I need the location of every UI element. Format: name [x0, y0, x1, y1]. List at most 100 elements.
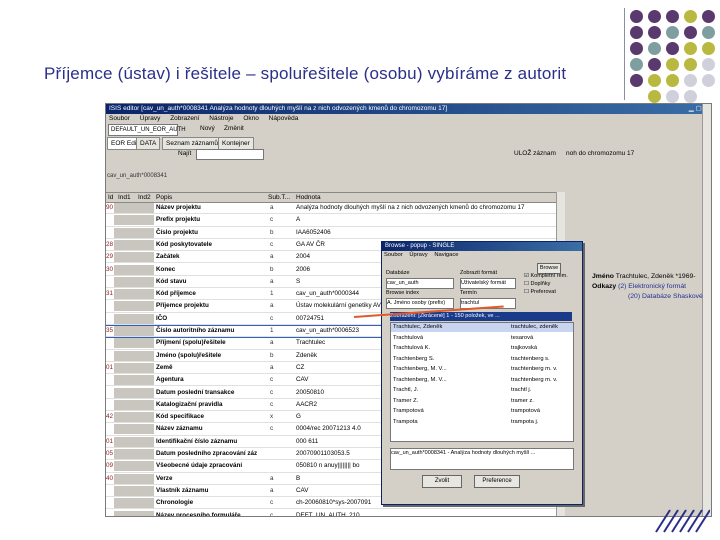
row-id: 90	[106, 204, 114, 211]
ref-link-electronic[interactable]: (2) Elektronický formát	[618, 283, 686, 290]
format-select-popup[interactable]: Uživatelský formát	[460, 278, 516, 289]
row-label: Katalogizační pravidla	[156, 400, 223, 408]
save-record-button[interactable]: ULOŽ záznam	[514, 150, 556, 157]
name-value: Trachtulec, Zdeněk *1969-	[615, 273, 696, 280]
row-label: Datum posledního zpracování záz	[156, 450, 258, 457]
row-subfield: c	[270, 376, 274, 384]
list-item[interactable]: Trachtulec, Zdeněk trachtulec, zdeněk	[391, 323, 573, 332]
find-input[interactable]	[196, 149, 264, 160]
menu-item[interactable]: Úpravy	[140, 115, 161, 122]
item-name: Trachtulová	[393, 334, 424, 341]
database-label: Databáze	[386, 270, 410, 276]
database-select[interactable]: cav_un_auth	[386, 278, 454, 289]
select-button[interactable]: Zvolit	[422, 475, 462, 488]
popup-menu-item[interactable]: Navigace	[434, 252, 458, 258]
table-row[interactable]: 90 Název projektu a Analýza hodnoty dlouhýc…	[106, 203, 556, 215]
app-toolbar: DEFAULT_UN_EOR_AUTH Nový Změnit	[106, 123, 566, 136]
decorative-dot	[684, 10, 697, 23]
menu-item[interactable]: Soubor	[109, 115, 130, 122]
row-subfield: b	[270, 351, 274, 359]
app-window-title: ISIS editor [cav_un_auth*0008341 Analýza…	[109, 105, 448, 112]
col-id: Id	[108, 194, 114, 201]
row-id: 40	[106, 474, 114, 482]
index-select[interactable]: A. Jméno osoby (prefix)	[386, 298, 454, 309]
row-label: Název záznamu	[156, 425, 203, 433]
list-item[interactable]: Trachtulová tesarová	[391, 334, 573, 343]
authority-list: Trachtulec, Zdeněk trachtulec, zdeněk Trac…	[390, 322, 574, 442]
record-id: cav_un_auth*0008341	[107, 173, 168, 179]
ref-link-database[interactable]: (20) Databáze Shaskové	[628, 293, 703, 300]
decorative-dot-grid	[600, 8, 720, 103]
item-short: tramer z.	[511, 397, 534, 404]
list-item[interactable]: Tramer Z. tramer z.	[391, 397, 573, 406]
decorative-dot	[702, 58, 715, 71]
row-indicator-cells	[114, 399, 154, 410]
row-subfield: a	[270, 339, 274, 347]
row-label: Začátek	[156, 253, 180, 261]
row-value[interactable]: Analýza hodnoty dlouhých myšlí na z nich…	[296, 203, 525, 213]
popup-menu-item[interactable]: Soubor	[384, 252, 403, 258]
preferences-button[interactable]: Preference	[474, 475, 520, 488]
row-subfield: c	[270, 314, 274, 322]
row-label: Kód specifikace	[156, 413, 204, 421]
new-button[interactable]: Nový	[200, 125, 215, 132]
row-value[interactable]: A	[296, 215, 476, 225]
row-label: Vlastník záznamu	[156, 486, 209, 494]
decorative-vertical-line	[624, 8, 625, 100]
row-subfield: a	[270, 204, 274, 211]
item-short: tesarová	[511, 334, 534, 341]
decorative-dot	[630, 74, 643, 87]
row-value[interactable]: DEFT_UN_AUTH_210	[296, 511, 476, 517]
row-label: Konec	[156, 265, 176, 273]
list-item[interactable]: Trachtenberg S. trachtenberg s.	[391, 355, 573, 364]
col-ind2: Ind2	[138, 194, 151, 201]
app-screenshot: ISIS editor [cav_un_auth*0008341 Analýza…	[105, 103, 712, 517]
list-item[interactable]: Trachtenberg, M. V... trachtenberg m. v.	[391, 365, 573, 374]
list-item[interactable]: Trampota trampota j.	[391, 418, 573, 427]
row-indicator-cells	[114, 362, 154, 373]
row-subfield: 1	[270, 327, 274, 334]
row-value[interactable]: IAA6052406	[296, 228, 476, 238]
option-additions[interactable]: ☐ Doplňky	[524, 280, 568, 288]
list-item[interactable]: Trampotová trampotová	[391, 407, 573, 416]
item-name: Trachtenberg, M. V...	[393, 376, 447, 383]
decorative-dot	[666, 74, 679, 87]
row-indicator-cells	[114, 227, 154, 238]
format-select[interactable]: DEFAULT_UN_EOR_AUTH	[108, 124, 186, 136]
decorative-dot	[702, 42, 715, 55]
row-id: 30	[106, 265, 114, 273]
decorative-dot	[684, 74, 697, 87]
decorative-dot	[702, 74, 715, 87]
row-indicator-cells	[114, 387, 154, 398]
table-row[interactable]: Prefix projektu c A	[106, 215, 556, 227]
table-row[interactable]: Číslo projektu b IAA6052406	[106, 227, 556, 239]
item-name: Tramer Z.	[393, 397, 419, 404]
list-item[interactable]: Trachtl, J. trachtl j.	[391, 386, 573, 395]
menu-item[interactable]: Zobrazení	[170, 115, 199, 122]
decorative-dot	[666, 58, 679, 71]
row-subfield: b	[270, 228, 274, 236]
decorative-dot	[648, 26, 661, 39]
menu-item[interactable]: Okno	[243, 115, 259, 122]
tab-data[interactable]: DATA	[136, 137, 161, 150]
table-row[interactable]: Název procesního formuláře c DEFT_UN_AUTH_…	[106, 510, 556, 517]
decorative-dot	[684, 42, 697, 55]
row-subfield: c	[270, 425, 274, 433]
row-indicator-cells	[114, 203, 154, 213]
option-prefer[interactable]: ☐ Preferovat	[524, 288, 568, 296]
browse-popup: Browse - popup - SINGLE Soubor Úpravy Na…	[381, 241, 583, 505]
slide-title: Příjemce (ústav) i řešitele – spoluřešit…	[44, 64, 567, 83]
popup-menu-item[interactable]: Úpravy	[409, 252, 427, 258]
row-indicator-cells	[114, 498, 154, 509]
row-id: 35	[106, 327, 114, 334]
change-button[interactable]: Změnit	[224, 125, 244, 132]
menu-item[interactable]: Nápověda	[269, 115, 299, 122]
window-scrollbar[interactable]	[702, 104, 711, 516]
refs-label: Odkazy	[592, 283, 617, 290]
row-label: Datum poslední transakce	[156, 388, 235, 396]
row-id: 29	[106, 253, 114, 261]
list-item[interactable]: Trachtenberg, M. V... trachtenberg m. v.	[391, 376, 573, 385]
option-complete[interactable]: ☑ Kompletní rem.	[524, 272, 568, 280]
list-item[interactable]: Trachtulová K. trajkovská	[391, 344, 573, 353]
menu-item[interactable]: Nástroje	[209, 115, 233, 122]
